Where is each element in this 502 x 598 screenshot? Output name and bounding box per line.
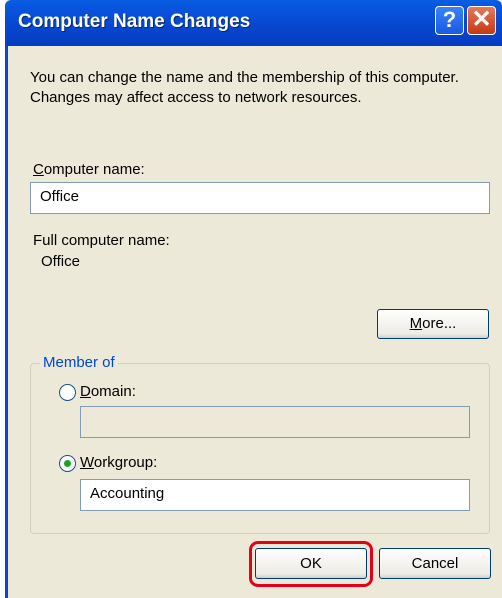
member-of-title: Member of — [40, 354, 118, 371]
full-computer-name-label: Full computer name: — [33, 232, 170, 249]
workgroup-label[interactable]: Workgroup: — [80, 454, 157, 471]
computer-name-input[interactable]: Office — [30, 182, 490, 214]
workgroup-radio[interactable] — [59, 455, 76, 472]
dialog-title: Computer Name Changes — [18, 11, 251, 32]
close-button[interactable]: ✕ — [467, 6, 496, 35]
title-bar[interactable]: Computer Name Changes ? ✕ — [5, 0, 502, 46]
help-icon: ? — [442, 7, 457, 32]
close-icon: ✕ — [471, 6, 492, 33]
domain-label[interactable]: Domain: — [80, 383, 136, 400]
description-text: You can change the name and the membersh… — [30, 69, 459, 106]
domain-radio[interactable] — [59, 384, 76, 401]
full-computer-name-value: Office — [41, 253, 80, 270]
cancel-button[interactable]: Cancel — [379, 548, 491, 579]
ok-highlight — [249, 541, 373, 587]
domain-input[interactable] — [80, 406, 470, 438]
workgroup-input[interactable]: Accounting — [80, 479, 470, 511]
more-button[interactable]: More... — [377, 309, 489, 339]
help-button[interactable]: ? — [435, 6, 464, 35]
computer-name-label: Computer name: — [33, 161, 145, 178]
